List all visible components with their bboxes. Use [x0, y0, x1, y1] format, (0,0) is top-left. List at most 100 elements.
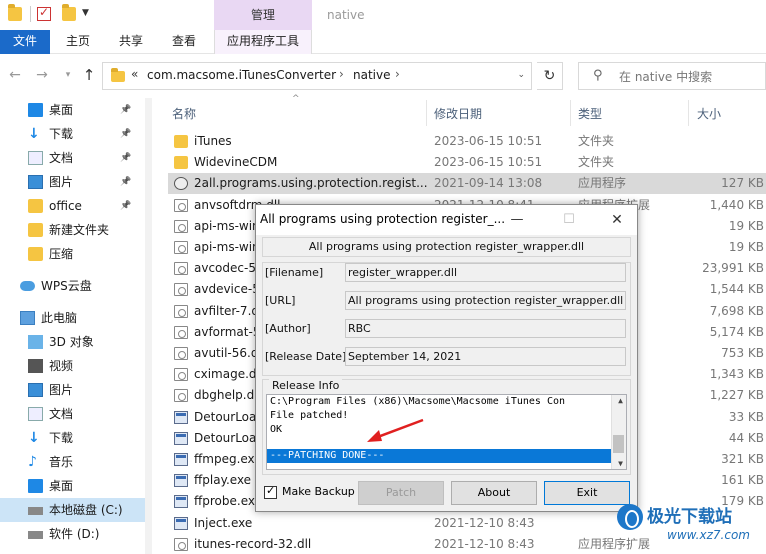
sidebar-item[interactable]: WPS云盘: [0, 274, 140, 298]
scroll-up-icon[interactable]: ▲: [618, 396, 623, 405]
column-divider[interactable]: [570, 100, 571, 126]
dialog-banner: All programs using protection register_w…: [262, 237, 631, 257]
file-row[interactable]: 2all.programs.using.protection.regist...…: [168, 173, 766, 195]
navigation-bar: ← → ▾ ↑ « com.macsome.iTunesConverter › …: [0, 54, 766, 98]
pictures-icon: [28, 383, 43, 397]
pin-icon[interactable]: 📌: [120, 194, 131, 218]
sidebar-item[interactable]: 图片: [0, 378, 140, 402]
close-button[interactable]: ✕: [602, 209, 632, 231]
refresh-button[interactable]: ↻: [537, 62, 563, 90]
folder-icon: [28, 247, 43, 261]
breadcrumb-separator[interactable]: ›: [339, 67, 344, 81]
dialog-title-bar[interactable]: All programs using protection register_.…: [256, 205, 637, 235]
folder-icon[interactable]: [8, 4, 22, 21]
make-backup-label[interactable]: Make Backup: [282, 485, 355, 498]
gear-file-icon: [174, 177, 188, 191]
file-date: 2021-12-10 8:43: [434, 515, 535, 530]
sidebar-item[interactable]: 本地磁盘 (C:): [0, 498, 152, 522]
sidebar-item-label: 图片: [49, 175, 74, 189]
file-name: itunes-record-32.dll: [194, 536, 312, 551]
sidebar-item[interactable]: ♪ 音乐: [0, 450, 140, 474]
checkbox-checked-icon[interactable]: [264, 484, 277, 499]
column-date[interactable]: 修改日期: [434, 105, 482, 122]
sidebar-item-label: 下载: [49, 431, 74, 445]
minimize-button[interactable]: —: [502, 209, 532, 231]
address-bar[interactable]: « com.macsome.iTunesConverter › native ›…: [102, 62, 532, 90]
sidebar-item[interactable]: 桌面 📌: [0, 98, 140, 122]
file-row[interactable]: WidevineCDM 2023-06-15 10:51 文件夹: [168, 152, 766, 173]
log-scrollbar[interactable]: ▲ ▼: [611, 395, 626, 469]
folder-file-icon: [174, 156, 188, 170]
back-arrow-icon[interactable]: ←: [6, 66, 24, 84]
pin-icon[interactable]: 📌: [120, 98, 131, 122]
file-name: Inject.exe: [194, 515, 253, 530]
log-line: OK: [270, 424, 283, 435]
sidebar-item[interactable]: 3D 对象: [0, 330, 140, 354]
sidebar-item[interactable]: 此电脑: [0, 306, 140, 330]
sidebar-item[interactable]: 软件 (D:): [0, 522, 140, 546]
column-name[interactable]: 名称: [172, 105, 196, 122]
sidebar-item[interactable]: 桌面: [0, 474, 140, 498]
file-name: avfilter-7.dl: [194, 303, 263, 318]
tab-file[interactable]: 文件: [0, 30, 50, 54]
sidebar-item[interactable]: 图片 📌: [0, 170, 140, 194]
file-size: 753 KB: [721, 346, 764, 360]
scroll-thumb[interactable]: [613, 435, 624, 453]
about-button[interactable]: About: [451, 481, 537, 505]
search-input[interactable]: ⚲ 在 native 中搜索: [578, 62, 766, 90]
maximize-button: ☐: [563, 212, 575, 227]
exe-file-icon: [174, 431, 188, 445]
column-divider[interactable]: [426, 100, 427, 126]
sidebar-item[interactable]: 文档: [0, 402, 140, 426]
exe-file-icon: [174, 453, 188, 466]
file-size: 44 KB: [728, 430, 764, 445]
breadcrumb-separator[interactable]: ›: [395, 67, 400, 81]
sidebar-item[interactable]: 视频: [0, 354, 140, 378]
download-icon: ↓: [28, 430, 40, 446]
properties-icon[interactable]: [37, 5, 51, 21]
breadcrumb-item[interactable]: com.macsome.iTunesConverter: [147, 68, 336, 82]
quick-access-dropdown-icon[interactable]: ▼: [82, 8, 89, 18]
sidebar-item[interactable]: ↓ 下载: [0, 426, 140, 450]
column-size[interactable]: 大小: [697, 105, 721, 122]
sidebar-item-label: 文档: [49, 407, 74, 421]
sidebar-item[interactable]: 压缩: [0, 242, 140, 266]
tab-view[interactable]: 查看: [172, 30, 196, 54]
up-arrow-icon[interactable]: ↑: [80, 66, 98, 84]
sidebar-item[interactable]: 文档 📌: [0, 146, 140, 170]
tab-share[interactable]: 共享: [119, 30, 143, 54]
sidebar-item[interactable]: office 📌: [0, 194, 140, 218]
sidebar-scrollbar[interactable]: [145, 98, 152, 554]
file-name: DetourLoa: [194, 430, 257, 445]
patch-button[interactable]: Patch: [358, 481, 444, 505]
drive-icon: [28, 507, 43, 515]
breadcrumb-overflow[interactable]: «: [131, 67, 138, 81]
release-date-label: [Release Date]: [265, 350, 347, 363]
sidebar-item[interactable]: ↓ 下载 📌: [0, 122, 140, 146]
pin-icon[interactable]: 📌: [120, 122, 131, 146]
forward-arrow-icon[interactable]: →: [33, 66, 51, 84]
tab-application-tools[interactable]: 应用程序工具: [214, 30, 312, 54]
tab-home[interactable]: 主页: [66, 30, 90, 54]
new-folder-icon[interactable]: [62, 4, 76, 21]
scroll-down-icon[interactable]: ▼: [618, 459, 623, 468]
drive-icon: [28, 531, 43, 539]
pin-icon[interactable]: 📌: [120, 146, 131, 170]
title-bar: ▼ 管理 native: [0, 0, 766, 30]
sidebar-item-label: 桌面: [49, 479, 74, 493]
pin-icon[interactable]: 📌: [120, 170, 131, 194]
release-info-log[interactable]: C:\Program Files (x86)\Macsome\Macsome i…: [266, 394, 627, 470]
recent-locations-chevron-icon[interactable]: ▾: [59, 66, 77, 84]
sidebar-item-label: 本地磁盘 (C:): [49, 503, 123, 517]
file-name: ffmpeg.exe: [194, 452, 262, 466]
documents-icon: [28, 407, 43, 421]
column-divider[interactable]: [688, 100, 689, 126]
column-type[interactable]: 类型: [578, 105, 602, 122]
sidebar-item[interactable]: 新建文件夹: [0, 218, 140, 242]
chevron-down-icon[interactable]: ⌄: [517, 70, 525, 80]
file-name: avdevice-5: [194, 282, 260, 297]
file-size: 7,698 KB: [709, 303, 764, 318]
file-row[interactable]: iTunes 2023-06-15 10:51 文件夹: [168, 131, 766, 152]
file-size: 321 KB: [721, 452, 764, 466]
breadcrumb-item[interactable]: native: [353, 68, 390, 82]
